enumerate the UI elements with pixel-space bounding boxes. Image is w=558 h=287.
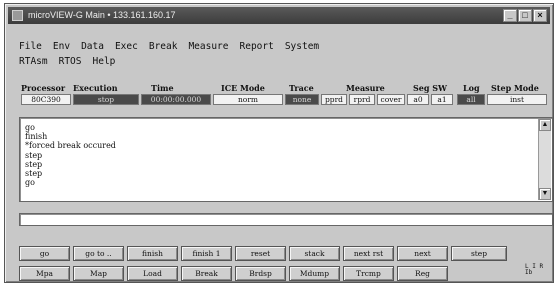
window-controls: _ □ × — [503, 9, 547, 22]
status-header-seg-sw: Seg SW — [413, 83, 448, 93]
menu-bar-row2: RTAsm RTOS Help — [19, 56, 439, 67]
load-button[interactable]: Load — [127, 266, 178, 281]
command-input[interactable] — [19, 213, 553, 226]
status-measure-2: rprd — [349, 94, 375, 105]
close-button[interactable]: × — [533, 9, 547, 22]
next-button[interactable]: next — [397, 246, 448, 261]
status-trace: none — [285, 94, 319, 105]
finish-1-button[interactable]: finish 1 — [181, 246, 232, 261]
status-seg-sw-2: a1 — [431, 94, 453, 105]
menu-rtasm[interactable]: RTAsm — [19, 56, 48, 67]
menu-system[interactable]: System — [285, 41, 319, 52]
output-line: *forced break occured — [25, 141, 116, 151]
menu-report[interactable]: Report — [240, 41, 274, 52]
menu-file[interactable]: File — [19, 41, 42, 52]
maximize-button[interactable]: □ — [518, 9, 532, 22]
status-header-ice-mode: ICE Mode — [221, 83, 265, 93]
next-rst-button[interactable]: next rst — [343, 246, 394, 261]
status-header-processor: Processor — [21, 83, 66, 93]
output-line: step — [25, 159, 43, 169]
status-header-step-mode: Step Mode — [491, 83, 539, 93]
status-measure-3: cover — [377, 94, 405, 105]
output-line: finish — [25, 132, 48, 142]
menu-bar-row1: File Env Data Exec Break Measure Report … — [19, 41, 439, 52]
layout-grid-icon[interactable]: L I R Ib — [525, 264, 553, 282]
step-button[interactable]: step — [451, 246, 507, 261]
menu-help[interactable]: Help — [93, 56, 116, 67]
output-pane[interactable]: go finish *forced break occured step ste… — [19, 117, 553, 202]
output-line: go — [25, 123, 35, 132]
status-processor: 80C390 — [21, 94, 71, 105]
output-lines: go finish *forced break occured step ste… — [25, 123, 116, 187]
status-values: 80C390 stop 00:00:00.000 norm none pprd … — [21, 94, 549, 105]
output-line: go — [25, 178, 35, 188]
title-bar[interactable]: microVIEW-G Main • 133.161.160.17 _ □ × — [8, 7, 550, 24]
status-step-mode: inst — [487, 94, 547, 105]
mdump-button[interactable]: Mdump — [289, 266, 340, 281]
app-icon[interactable] — [12, 10, 23, 21]
menu-env[interactable]: Env — [53, 41, 70, 52]
mpa-button[interactable]: Mpa — [19, 266, 70, 281]
menu-exec[interactable]: Exec — [115, 41, 138, 52]
status-headers: Processor Execution Time ICE Mode Trace … — [21, 83, 549, 93]
reg-button[interactable]: Reg — [397, 266, 448, 281]
status-header-time: Time — [151, 83, 174, 93]
status-ice-mode: norm — [213, 94, 283, 105]
scroll-down-icon[interactable]: ▼ — [539, 188, 551, 200]
trcmp-button[interactable]: Trcmp — [343, 266, 394, 281]
status-time: 00:00:00.000 — [141, 94, 211, 105]
break-button[interactable]: Break — [181, 266, 232, 281]
finish-button[interactable]: finish — [127, 246, 178, 261]
status-header-log: Log — [463, 83, 480, 93]
status-header-measure: Measure — [346, 83, 385, 93]
window-title: microVIEW-G Main • 133.161.160.17 — [28, 10, 176, 20]
output-scrollbar[interactable]: ▲ ▼ — [538, 119, 551, 200]
map-button[interactable]: Map — [73, 266, 124, 281]
status-header-trace: Trace — [289, 83, 314, 93]
menu-rtos[interactable]: RTOS — [59, 56, 82, 67]
main-window: microVIEW-G Main • 133.161.160.17 _ □ × … — [4, 3, 554, 283]
stack-button[interactable]: stack — [289, 246, 340, 261]
output-line: step — [25, 169, 43, 179]
menu-data[interactable]: Data — [81, 41, 104, 52]
status-log: all — [457, 94, 485, 105]
scroll-up-icon[interactable]: ▲ — [539, 119, 551, 131]
menu-measure[interactable]: Measure — [188, 41, 228, 52]
brdsp-button[interactable]: Brdsp — [235, 266, 286, 281]
reset-button[interactable]: reset — [235, 246, 286, 261]
go-button[interactable]: go — [19, 246, 70, 261]
status-header-execution: Execution — [73, 83, 118, 93]
status-execution: stop — [73, 94, 139, 105]
status-seg-sw-1: a0 — [407, 94, 429, 105]
status-measure-1: pprd — [321, 94, 347, 105]
go-to-button[interactable]: go to .. — [73, 246, 124, 261]
menu-break[interactable]: Break — [149, 41, 178, 52]
output-line: step — [25, 150, 43, 160]
minimize-button[interactable]: _ — [503, 9, 517, 22]
